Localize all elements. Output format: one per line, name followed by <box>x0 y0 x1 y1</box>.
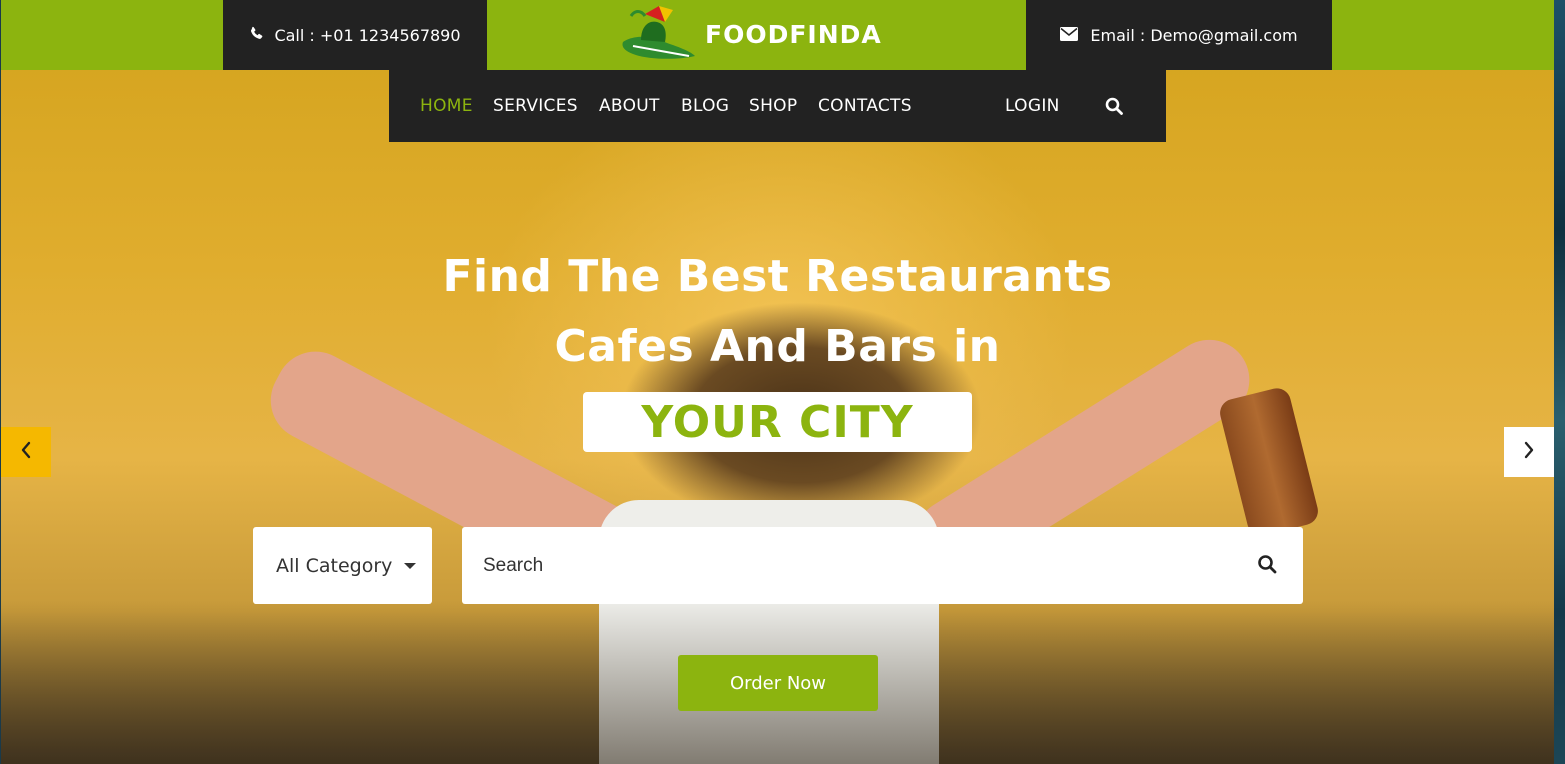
nav-item-services[interactable]: SERVICES <box>493 96 578 116</box>
search-input[interactable] <box>462 527 1232 604</box>
hero-headline-line2: Cafes And Bars in <box>554 321 1001 372</box>
slider-next-button[interactable] <box>1504 427 1554 477</box>
nav-item-blog[interactable]: BLOG <box>681 96 729 116</box>
chevron-left-icon <box>20 441 32 463</box>
call-info[interactable]: Call : +01 1234567890 <box>223 0 487 70</box>
nav-item-contacts[interactable]: CONTACTS <box>818 96 912 116</box>
call-text: Call : +01 1234567890 <box>274 25 461 45</box>
sombrero-icon <box>619 2 697 66</box>
email-text: Email : Demo@gmail.com <box>1090 25 1298 45</box>
top-bar: Call : +01 1234567890 FOODFINDA Email : … <box>1 0 1554 70</box>
search-box <box>462 527 1303 604</box>
nav-item-shop[interactable]: SHOP <box>749 96 797 116</box>
background-edge <box>1554 0 1565 764</box>
order-now-button[interactable]: Order Now <box>678 655 878 711</box>
phone-icon <box>249 26 264 45</box>
search-icon[interactable] <box>1105 97 1123 120</box>
caret-down-icon <box>404 562 417 569</box>
login-link[interactable]: LOGIN <box>1005 96 1060 116</box>
brand-logo[interactable]: FOODFINDA <box>619 2 882 66</box>
chevron-right-icon <box>1523 441 1535 463</box>
hero-highlight-text: YOUR CITY <box>641 396 914 448</box>
hero-highlight-box: YOUR CITY <box>583 392 972 452</box>
page: Call : +01 1234567890 FOODFINDA Email : … <box>1 0 1554 764</box>
main-nav: HOME SERVICES ABOUT BLOG SHOP CONTACTS L… <box>389 70 1166 142</box>
search-submit-icon[interactable] <box>1257 554 1281 578</box>
category-dropdown[interactable]: All Category <box>253 527 432 604</box>
hero-headline-line1: Find The Best Restaurants <box>442 251 1113 302</box>
slider-prev-button[interactable] <box>1 427 51 477</box>
email-info[interactable]: Email : Demo@gmail.com <box>1026 0 1332 70</box>
nav-item-about[interactable]: ABOUT <box>599 96 660 116</box>
nav-item-home[interactable]: HOME <box>420 96 473 116</box>
brand-name: FOODFINDA <box>705 19 882 49</box>
envelope-icon <box>1060 26 1079 45</box>
category-label: All Category <box>276 554 393 577</box>
